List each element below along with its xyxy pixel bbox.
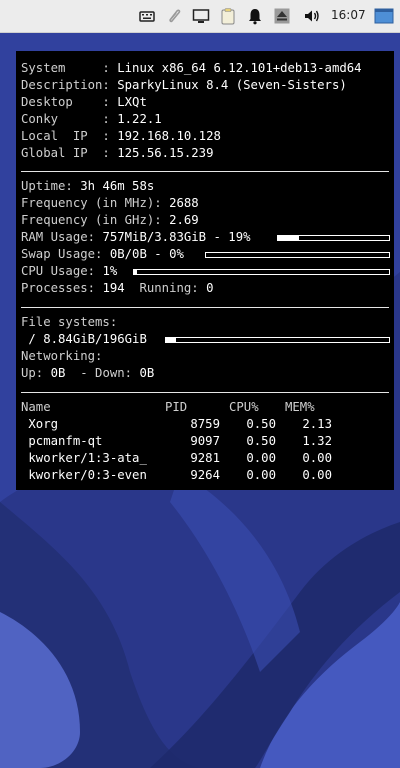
conky-version-label: Conky : [21,112,118,126]
filesystem-root-row: / 8.84GiB/196GiB [21,331,147,348]
cpu-label: CPU Usage: [21,264,103,278]
display-icon[interactable] [192,7,210,25]
network-down-label: - Down: [65,366,140,380]
uptime-row: Uptime: 3h 46m 58s [21,178,154,195]
networking-label: Networking: [21,349,103,363]
local-ip-value: 192.168.10.128 [117,129,221,143]
network-down-value: 0B [139,366,155,380]
freq-mhz-label: Frequency (in MHz): [21,196,170,210]
running-value: 0 [206,281,214,295]
global-ip-row: Global IP : 125.56.15.239 [21,145,214,162]
divider [21,171,389,172]
system-label: System : [21,61,118,75]
freq-mhz-row: Frequency (in MHz): 2688 [21,195,199,212]
conky-version-value: 1.22.1 [117,112,162,126]
cpu-usage-bar [133,269,390,275]
local-ip-label: Local IP : [21,129,118,143]
local-ip-row: Local IP : 192.168.10.128 [21,128,221,145]
process-pid: 9281 [190,451,220,465]
process-table-header-name: Name [21,399,51,416]
processes-value: 194 [102,281,125,295]
header-name-label: Name [21,400,51,414]
filesystems-label: File systems: [21,315,118,329]
desktop-switcher-icon[interactable] [374,7,394,25]
bell-icon[interactable] [246,7,264,25]
filesystem-root-value: / 8.84GiB/196GiB [21,332,147,346]
desktop-label: Desktop : [21,95,118,109]
ram-row: RAM Usage: 757MiB/3.83GiB - 19% [21,229,251,246]
ram-label: RAM Usage: [21,230,103,244]
process-table-header-mem: MEM% [285,399,315,416]
freq-ghz-label: Frequency (in GHz): [21,213,170,227]
swap-row: Swap Usage: 0B/0B - 0% [21,246,184,263]
process-cpu: 0.50 [246,434,276,448]
process-mem: 2.13 [302,417,332,431]
swap-value: 0B/0B - 0% [109,247,184,261]
freq-ghz-row: Frequency (in GHz): 2.69 [21,212,199,229]
network-traffic-row: Up: 0B - Down: 0B [21,365,154,382]
process-cpu: 0.00 [246,451,276,465]
networking-header: Networking: [21,348,102,365]
cpu-row: CPU Usage: 1% [21,263,117,280]
filesystem-root-fill [166,338,177,342]
uptime-value: 3h 46m 58s [80,179,155,193]
clock[interactable]: 16:07 [331,8,366,22]
ram-value: 757MiB/3.83GiB - 19% [102,230,251,244]
volume-icon[interactable] [303,7,321,25]
process-pid: 8759 [190,417,220,431]
keyboard-icon[interactable] [138,7,156,25]
header-pid-label: PID [165,400,188,414]
conky-widget: System : Linux x86_64 6.12.101+deb13-amd… [16,51,394,490]
description-label: Description: [21,78,118,92]
network-up-value: 0B [50,366,66,380]
system-value: Linux x86_64 6.12.101+deb13-amd64 [117,61,362,75]
process-pid: 9264 [190,468,220,482]
divider [21,392,389,393]
process-pid: 9097 [190,434,220,448]
filesystem-root-bar [165,337,390,343]
process-mem: 0.00 [302,451,332,465]
process-table-header-cpu: CPU% [229,399,259,416]
processes-label: Processes: [21,281,103,295]
ram-usage-bar [277,235,390,241]
desktop-value: LXQt [117,95,147,109]
divider [21,307,389,308]
process-name: pcmanfm-qt [21,434,103,448]
swap-label: Swap Usage: [21,247,110,261]
filesystems-header: File systems: [21,314,117,331]
eject-icon[interactable] [273,7,291,25]
process-name: Xorg [21,417,59,431]
freq-ghz-value: 2.69 [169,213,199,227]
processes-row: Processes: 194 Running: 0 [21,280,214,297]
global-ip-value: 125.56.15.239 [117,146,214,160]
cpu-value: 1% [102,264,118,278]
header-cpu-label: CPU% [229,400,259,414]
process-mem: 0.00 [302,468,332,482]
clipboard-icon[interactable] [219,7,237,25]
global-ip-label: Global IP : [21,146,118,160]
desktop-row: Desktop : LXQt [21,94,147,111]
description-row: Description: SparkyLinux 8.4 (Seven-Sist… [21,77,347,94]
cpu-usage-fill [134,270,137,274]
process-cpu: 0.00 [246,468,276,482]
process-name: kworker/0:3-even [21,468,147,482]
process-name: kworker/1:3-ata_ [21,451,147,465]
process-table-header-pid: PID [165,399,187,416]
process-mem: 1.32 [302,434,332,448]
process-cpu: 0.50 [246,417,276,431]
swap-usage-bar [205,252,390,258]
description-value: SparkyLinux 8.4 (Seven-Sisters) [117,78,347,92]
paperclip-icon[interactable] [165,7,183,25]
system-row: System : Linux x86_64 6.12.101+deb13-amd… [21,60,362,77]
header-mem-label: MEM% [285,400,315,414]
uptime-label: Uptime: [21,179,81,193]
ram-usage-fill [278,236,300,240]
running-label: Running: [124,281,207,295]
freq-mhz-value: 2688 [169,196,199,210]
conky-version-row: Conky : 1.22.1 [21,111,162,128]
top-panel: 16:07 [0,0,400,33]
network-up-label: Up: [21,366,51,380]
